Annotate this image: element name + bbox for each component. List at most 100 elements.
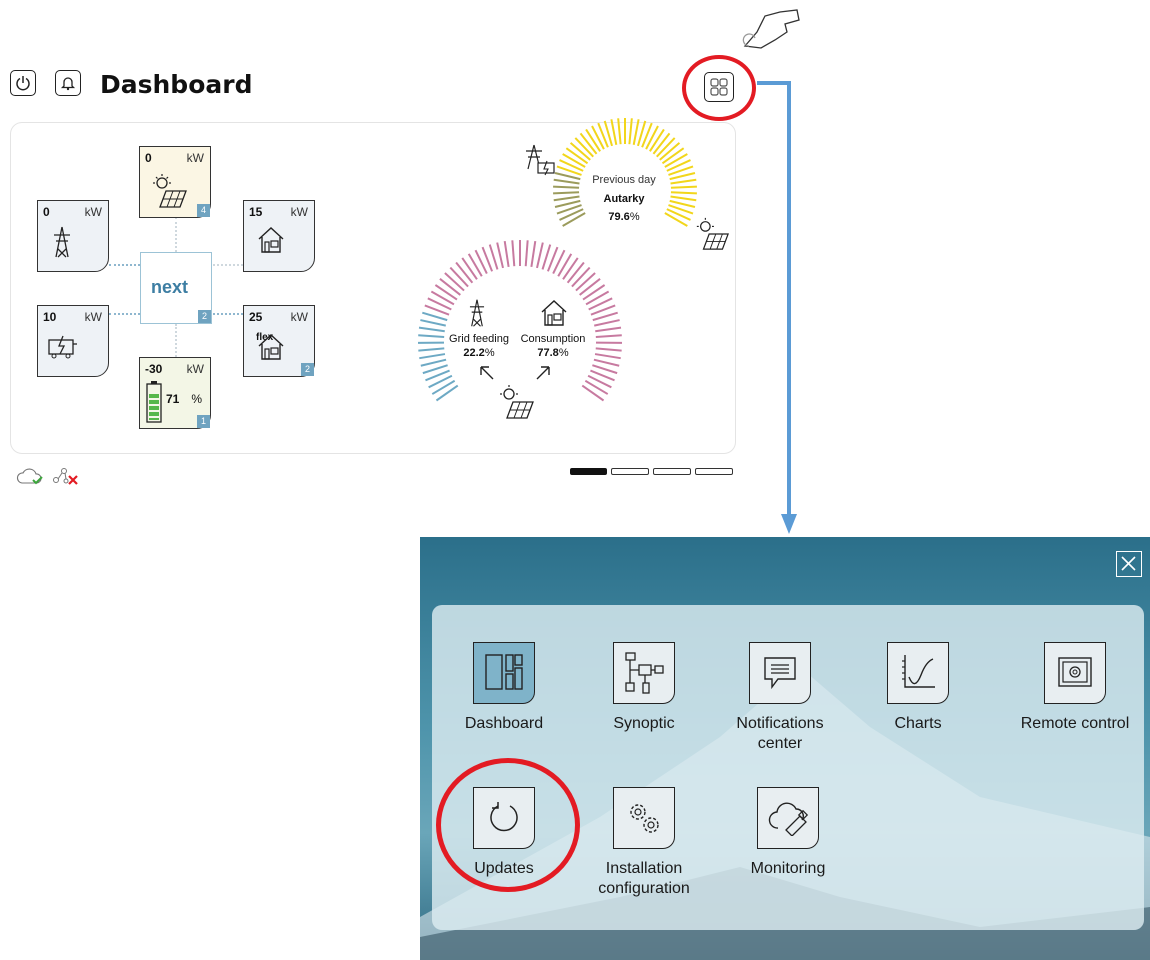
battery-soc: 71 — [166, 392, 180, 406]
monitoring-icon — [768, 802, 809, 836]
grid-unit: kW — [84, 205, 102, 219]
flex-tile[interactable]: 25 kW flex 2 — [243, 305, 315, 377]
gauge-tick — [571, 266, 591, 288]
gauge-tick — [610, 119, 618, 146]
consumption-unit: % — [558, 347, 569, 359]
gauge-tick — [553, 195, 580, 202]
dashboard-tile — [473, 642, 535, 704]
battery-unit: kW — [186, 362, 204, 376]
gauge-tick — [444, 272, 465, 292]
menu-item-remote-control[interactable]: Remote control — [1000, 642, 1150, 734]
flex-unit: kW — [290, 310, 308, 324]
connector — [175, 324, 177, 357]
menu-item-label: Dashboard — [464, 715, 544, 732]
network-error-icon — [53, 468, 78, 485]
remote-control-tile — [1044, 642, 1106, 704]
menu-item-label: Installation configuration — [598, 860, 690, 897]
power-button[interactable] — [10, 70, 36, 96]
gauge-tick — [591, 125, 605, 150]
navigation-arrow — [757, 81, 797, 534]
next-badge: 2 — [198, 310, 211, 323]
gauge-tick — [670, 195, 697, 202]
grid-tile[interactable]: 0 kW — [37, 200, 109, 272]
installation-config-icon — [630, 804, 659, 833]
synoptic-icon — [625, 652, 664, 694]
notifications-button[interactable] — [55, 70, 81, 96]
close-icon — [1121, 556, 1136, 571]
grid-feeding-unit: % — [484, 347, 495, 359]
arrow-up-left-icon — [480, 366, 494, 380]
charts-icon — [902, 655, 935, 688]
pager-dot[interactable] — [653, 468, 691, 475]
gauge-tick — [581, 384, 605, 402]
notifications-tile — [749, 642, 811, 704]
gauge-tick — [594, 319, 620, 327]
flex-value: 25 — [249, 310, 263, 324]
menu-item-label: Synoptic — [613, 715, 675, 732]
menu-item-synoptic[interactable]: Synoptic — [584, 642, 704, 734]
menu-item-charts[interactable]: Charts — [858, 642, 978, 734]
gauge-tick — [670, 185, 697, 189]
solar-tile[interactable]: 0 kW 4 — [139, 146, 211, 218]
solar-panel-icon — [500, 385, 534, 419]
autarky-unit: % — [629, 211, 640, 223]
next-hub-tile[interactable]: next 2 — [140, 252, 212, 324]
battery-soc-unit: % — [191, 392, 202, 406]
flex-badge: 2 — [301, 363, 314, 376]
house-tile[interactable]: 15 kW — [243, 200, 315, 272]
battery-icon — [146, 381, 162, 423]
menu-item-label: Remote control — [1020, 715, 1130, 732]
gauge-tick — [461, 257, 478, 280]
menu-item-installation-configuration[interactable]: Installation configuration — [584, 787, 704, 899]
solar-badge: 4 — [197, 204, 210, 217]
grid-feeding-label: Grid feeding — [449, 333, 509, 345]
flex-house-icon — [258, 334, 284, 360]
close-button[interactable] — [1116, 551, 1142, 577]
battery-tile[interactable]: -30 kW 71 % 1 — [139, 357, 211, 429]
gauge-tick — [617, 118, 622, 145]
menu-overlay: Dashboard Synoptic Notifications center — [420, 537, 1150, 960]
gauge-tick — [562, 257, 579, 280]
solar-unit: kW — [186, 151, 204, 165]
consumption-row: 77.8% — [513, 347, 593, 359]
autarky-value: 79.6 — [608, 211, 630, 223]
gauge-tick — [582, 284, 606, 301]
pager-dot[interactable] — [611, 468, 649, 475]
gauge-tick — [455, 261, 474, 284]
menu-item-dashboard[interactable]: Dashboard — [444, 642, 564, 734]
gauge-tick — [664, 212, 688, 227]
gauge-tick — [628, 118, 633, 145]
gauge-tick — [592, 311, 618, 322]
generator-unit: kW — [84, 310, 102, 324]
house-icon — [541, 300, 567, 326]
gauge-tick — [594, 353, 621, 360]
autarky-label: Autarky — [603, 193, 645, 205]
power-pylon-icon — [469, 299, 485, 327]
gauge-tick — [434, 284, 458, 301]
pager-dot[interactable] — [695, 468, 733, 475]
generator-tile[interactable]: 10 kW — [37, 305, 109, 377]
solar-panel-icon — [153, 174, 187, 208]
menu-item-notifications[interactable]: Notifications center — [720, 642, 840, 754]
cloud-ok-icon — [16, 468, 43, 485]
gauge-tick — [418, 326, 445, 333]
gauge-tick — [562, 153, 586, 168]
gauge-tick — [496, 242, 504, 269]
gauge-tick — [422, 311, 448, 322]
synoptic-tile — [613, 642, 675, 704]
gauge-tick — [530, 241, 537, 268]
gauge-tick — [503, 241, 510, 268]
menu-item-monitoring[interactable]: Monitoring — [728, 787, 848, 879]
gauge-tick — [670, 191, 697, 195]
gauge-tick — [579, 278, 601, 296]
connector — [213, 264, 243, 266]
gauge-tick — [595, 347, 622, 352]
pager-dot-active[interactable] — [570, 468, 607, 475]
connector — [175, 217, 177, 252]
monitoring-tile — [757, 787, 819, 849]
gauge-tick — [664, 153, 688, 168]
gauge-tick — [593, 358, 620, 367]
consumption-label: Consumption — [520, 333, 586, 345]
grid-generator-icon — [526, 144, 555, 176]
bell-icon — [60, 77, 76, 91]
